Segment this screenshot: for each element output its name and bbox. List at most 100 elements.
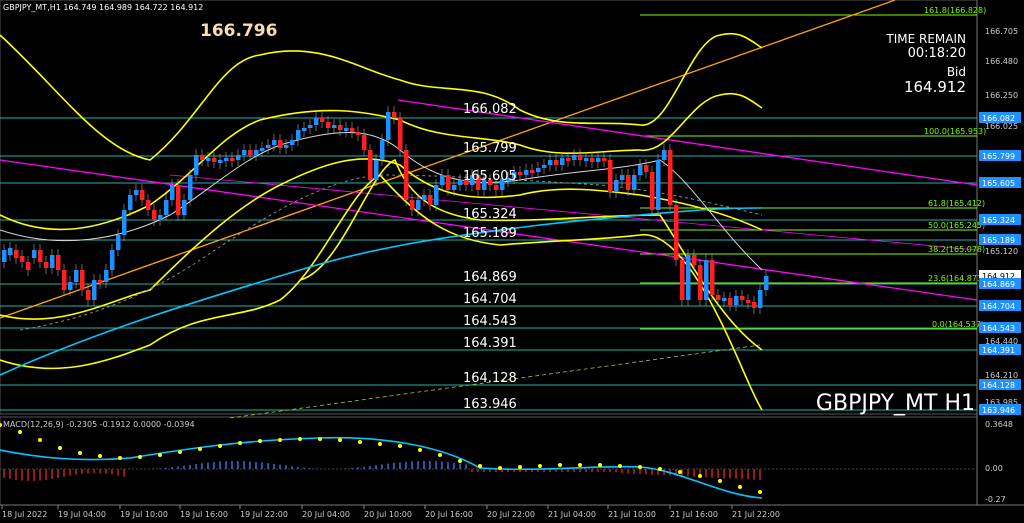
candle-body xyxy=(530,170,535,173)
candle-body xyxy=(332,125,337,128)
candle-body xyxy=(668,150,673,205)
candle-body xyxy=(698,265,703,300)
candle-body xyxy=(14,250,19,258)
candle-body xyxy=(68,282,73,290)
candle-body xyxy=(380,140,385,160)
candle-body xyxy=(338,125,343,130)
signal-dot xyxy=(658,467,662,471)
candle-body xyxy=(536,168,541,172)
candle-body xyxy=(374,160,379,180)
candle-body xyxy=(194,155,199,175)
candle-body xyxy=(212,158,217,162)
time-tick: 20 Jul 04:00 xyxy=(302,510,350,519)
candle-body xyxy=(602,158,607,161)
candle-body xyxy=(704,260,709,300)
candle-body xyxy=(50,255,55,268)
time-tick: 18 Jul 2022 xyxy=(2,510,47,519)
signal-dot xyxy=(478,464,482,468)
candle-body xyxy=(638,165,643,175)
candle-body xyxy=(26,262,31,270)
price-tick: 166.250 xyxy=(985,91,1018,100)
candle-body xyxy=(752,302,757,308)
price-tag-label: 164.543 xyxy=(982,324,1015,333)
macd-tick: -0.27 xyxy=(985,495,1006,504)
candle-body xyxy=(272,140,277,145)
signal-dot xyxy=(38,438,42,442)
candle-body xyxy=(740,296,745,300)
candle-body xyxy=(428,195,433,205)
signal-dot xyxy=(458,459,462,463)
candle-body xyxy=(422,195,427,200)
candle-body xyxy=(164,200,169,215)
candle-body xyxy=(764,276,769,290)
time-axis: 18 Jul 2022 19 Jul 04:00 19 Jul 10:00 19 Ju… xyxy=(1,505,780,519)
signal-dot xyxy=(298,437,302,441)
candle-body xyxy=(398,118,403,150)
candle-body xyxy=(230,158,235,161)
fib-label: 61.8(165.412) xyxy=(928,199,985,208)
price-tick: 165.120 xyxy=(985,247,1018,256)
candle-body xyxy=(104,270,109,282)
signal-dot xyxy=(698,474,702,478)
level-label: 165.189 xyxy=(463,226,517,241)
fib-label: 0.0(164.537) xyxy=(932,320,984,329)
candle-body xyxy=(158,215,163,220)
candle-body xyxy=(296,130,301,140)
level-label: 164.128 xyxy=(463,371,517,386)
signal-dot xyxy=(258,439,262,443)
signal-dot xyxy=(278,438,282,442)
time-remain-value: 00:18:20 xyxy=(908,46,966,61)
price-chart[interactable]: 166.082 165.799 165.605 165.324 165.189 … xyxy=(0,0,1024,523)
fib-label: 38.2(165.078) xyxy=(928,245,985,254)
time-tick: 20 Jul 10:00 xyxy=(364,510,412,519)
macd-label: MACD(12,26,9) -0.2305 -0.1912 0.0000 -0.… xyxy=(3,420,195,429)
candle-body xyxy=(74,270,79,282)
signal-dot xyxy=(18,430,22,434)
candle-body xyxy=(518,172,523,175)
candle-body xyxy=(542,165,547,168)
candle-body xyxy=(356,132,361,135)
level-label: 164.869 xyxy=(463,270,517,285)
macd-tick: 0.3648 xyxy=(985,420,1013,429)
level-label: 165.605 xyxy=(463,169,517,184)
level-label: 164.391 xyxy=(463,336,517,351)
price-tag-label: 164.128 xyxy=(982,381,1015,390)
signal-dot xyxy=(98,454,102,458)
candle-body xyxy=(206,158,211,161)
price-tag-label: 163.946 xyxy=(982,406,1015,415)
candle-body xyxy=(152,210,157,220)
candle-body xyxy=(350,128,355,132)
candle-body xyxy=(326,122,331,128)
candle-body xyxy=(116,235,121,250)
time-remain-label: TIME REMAIN xyxy=(885,32,966,46)
candle-body xyxy=(728,298,733,305)
price-tag-label: 165.799 xyxy=(982,152,1015,161)
candle-body xyxy=(608,160,613,192)
signal-dot xyxy=(398,444,402,448)
candle-body xyxy=(368,150,373,180)
signal-dot xyxy=(418,448,422,452)
price-tick: 166.480 xyxy=(985,57,1018,66)
candle-body xyxy=(8,248,13,255)
level-label: 166.082 xyxy=(463,102,517,117)
bid-value: 164.912 xyxy=(904,78,966,96)
candle-body xyxy=(32,250,37,258)
candle-body xyxy=(392,112,397,118)
candle-body xyxy=(578,155,583,160)
candle-body xyxy=(734,296,739,305)
candle-body xyxy=(416,200,421,210)
price-tag-label: 166.082 xyxy=(982,114,1015,123)
time-tick: 21 Jul 04:00 xyxy=(548,510,596,519)
candle-body xyxy=(176,185,181,215)
time-tick: 20 Jul 22:00 xyxy=(487,510,535,519)
candle-body xyxy=(56,255,61,270)
macd-panel xyxy=(0,416,978,506)
signal-dot xyxy=(718,479,722,483)
price-tag-label: 164.391 xyxy=(982,346,1015,355)
signal-dot xyxy=(238,441,242,445)
price-tag-label: 164.869 xyxy=(982,280,1015,289)
candle-body xyxy=(584,158,589,161)
candle-body xyxy=(404,150,409,200)
candle-body xyxy=(548,160,553,165)
candle-body xyxy=(320,118,325,122)
